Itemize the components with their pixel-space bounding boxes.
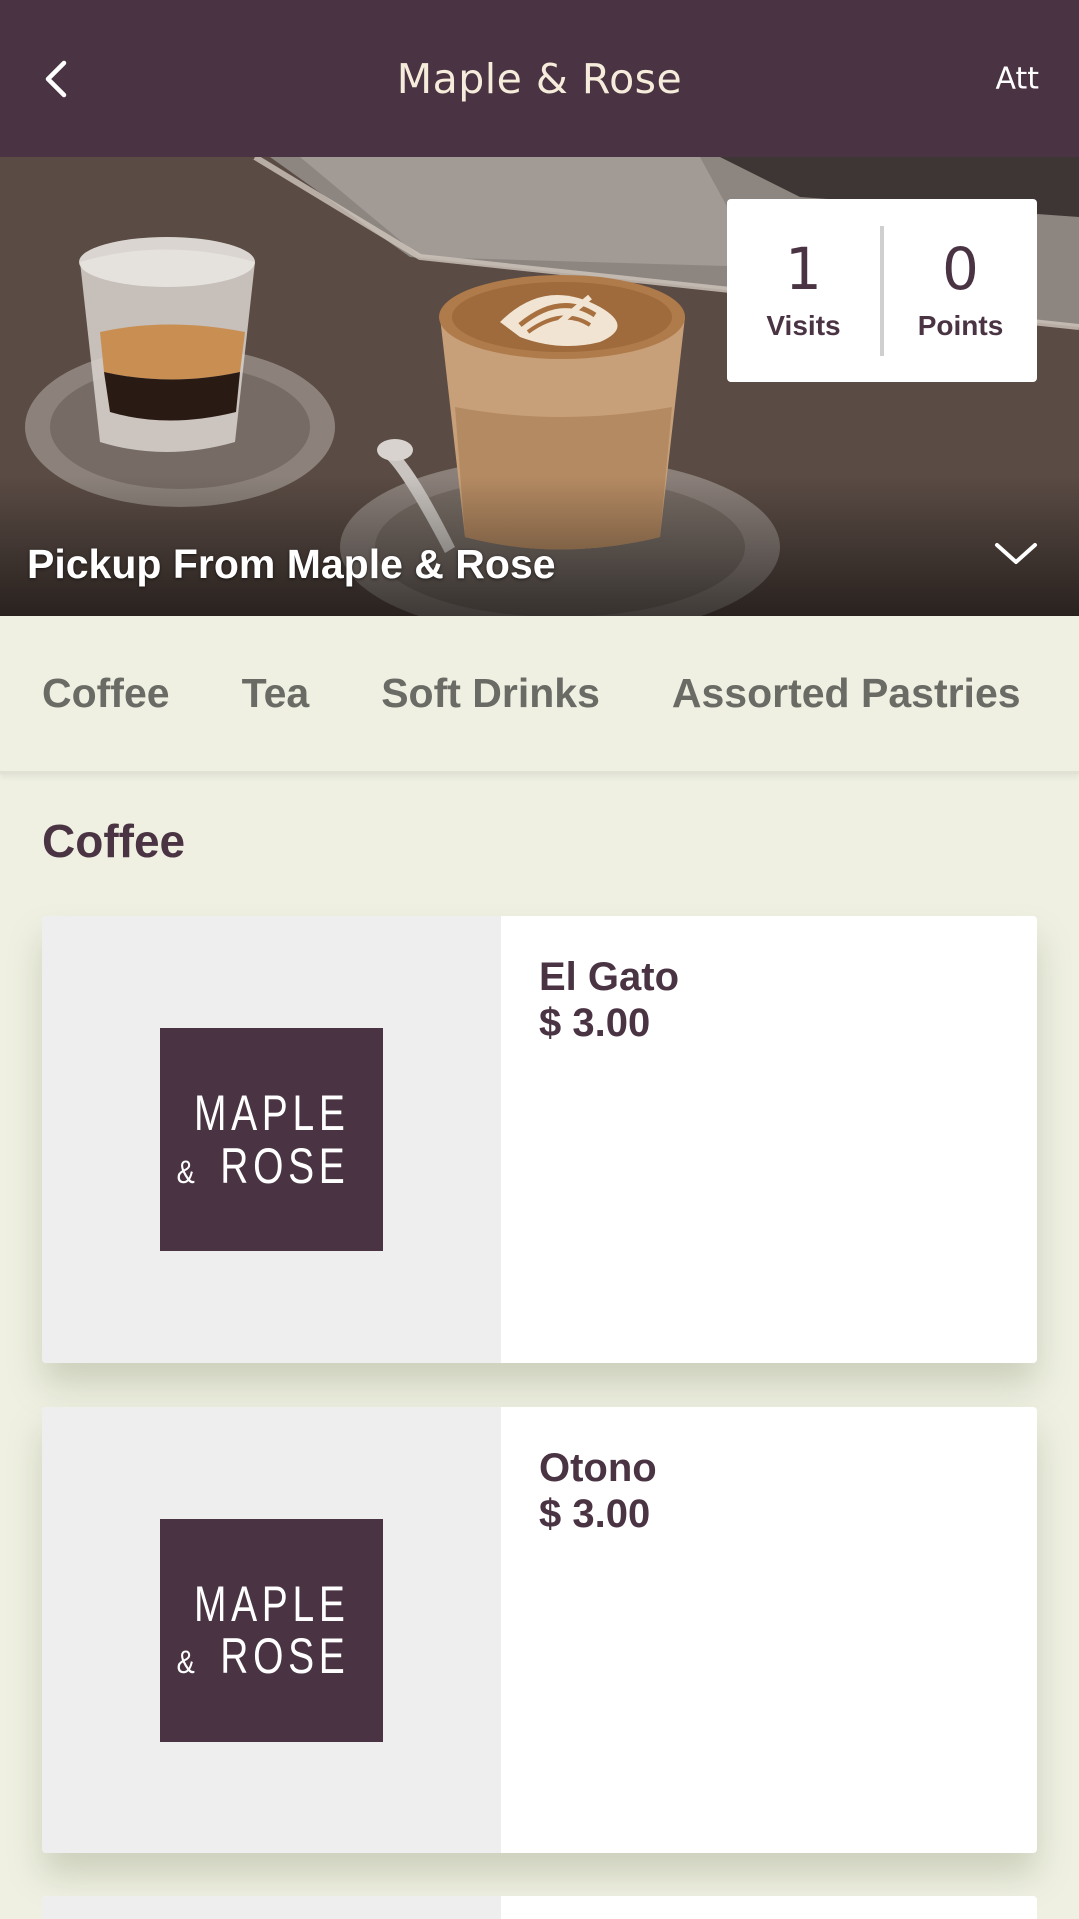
tab-coffee[interactable]: Coffee: [42, 670, 170, 717]
item-thumbnail: MAPLE & ROSE: [42, 1407, 501, 1853]
visits-label: Visits: [766, 309, 841, 341]
store-hero-banner: 1 Visits 0 Points Pickup From Maple & Ro…: [0, 157, 1079, 616]
points-value: 0: [942, 234, 979, 303]
category-tabs: Coffee Tea Soft Drinks Assorted Pastries: [0, 616, 1079, 774]
chevron-down-icon: [995, 543, 1037, 564]
expand-location-button[interactable]: [991, 538, 1041, 568]
item-info: Otono $ 3.00: [501, 1407, 657, 1853]
item-info: El Gato $ 3.00: [501, 916, 679, 1363]
pickup-location-title: Pickup From Maple & Rose: [27, 541, 556, 587]
back-button[interactable]: [30, 49, 80, 109]
tab-assorted-pastries[interactable]: Assorted Pastries: [672, 670, 1021, 717]
menu-item-card[interactable]: MAPLE & ROSE El Gato $ 3.00: [42, 916, 1037, 1363]
app-screen: Maple & Rose Att 1 Visits 0 Points Picku…: [0, 0, 1079, 1919]
maple-rose-logo: MAPLE & ROSE: [160, 1518, 383, 1742]
tab-soft-drinks[interactable]: Soft Drinks: [381, 670, 600, 717]
item-name: Otono: [539, 1446, 657, 1490]
header-action-text[interactable]: Att: [995, 61, 1039, 96]
maple-rose-logo: MAPLE & ROSE: [160, 1028, 383, 1251]
menu-item-card[interactable]: [42, 1896, 1037, 1919]
visits-value: 1: [785, 234, 822, 303]
page-title: Maple & Rose: [396, 54, 683, 103]
loyalty-stats-card: 1 Visits 0 Points: [727, 199, 1037, 382]
item-name: El Gato: [539, 955, 680, 999]
menu-item-card[interactable]: MAPLE & ROSE Otono $ 3.00: [42, 1407, 1037, 1853]
item-price: $ 3.00: [539, 1001, 651, 1045]
points-label: Points: [917, 309, 1004, 341]
visits-stat: 1 Visits: [727, 240, 880, 342]
chevron-left-icon: [45, 60, 67, 97]
top-app-bar: Maple & Rose Att: [0, 0, 1079, 157]
points-stat: 0 Points: [884, 240, 1037, 342]
item-thumbnail: MAPLE & ROSE: [42, 916, 501, 1363]
tab-tea[interactable]: Tea: [242, 670, 310, 717]
item-thumbnail: [42, 1896, 501, 1919]
item-price: $ 3.00: [539, 1492, 651, 1536]
section-title: Coffee: [42, 815, 186, 867]
